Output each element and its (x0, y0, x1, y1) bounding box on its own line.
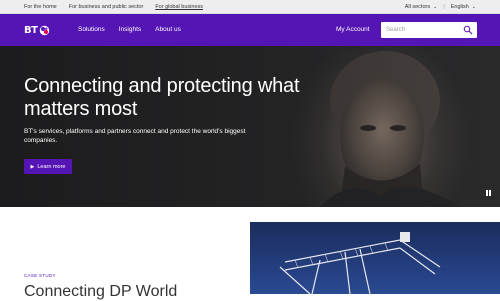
language-dropdown[interactable]: English ⌄ (451, 4, 476, 10)
link-for-business[interactable]: For business and public sector (69, 4, 144, 10)
pause-icon[interactable] (486, 190, 491, 196)
primary-menu: Solutions Insights About us (78, 26, 181, 33)
link-for-global-business[interactable]: For global business (155, 4, 203, 10)
utility-right: All sectors ⌄ | English ⌄ (405, 4, 476, 10)
case-study-tag: CASE STUDY (24, 273, 56, 278)
hero-banner: Connecting and protecting what matters m… (0, 46, 500, 207)
search-input[interactable]: Search (381, 22, 477, 38)
port-crane-illustration (279, 232, 441, 294)
play-icon: ▶ (30, 163, 35, 170)
search-placeholder: Search (386, 26, 406, 33)
sectors-dropdown[interactable]: All sectors ⌄ (405, 4, 438, 10)
chevron-down-icon: ⌄ (433, 4, 438, 10)
divider: | (443, 4, 445, 10)
case-study-title[interactable]: Connecting DP World (24, 283, 177, 301)
logo-globe-icon (40, 25, 50, 35)
sectors-label: All sectors (404, 4, 431, 10)
bt-logo[interactable]: BT (24, 22, 58, 38)
menu-insights[interactable]: Insights (119, 26, 141, 33)
learn-more-button[interactable]: ▶ Learn more (24, 159, 72, 174)
menu-solutions[interactable]: Solutions (78, 26, 105, 33)
crane-image (250, 222, 500, 294)
language-label: English (450, 4, 469, 10)
case-study-section: CASE STUDY Connecting DP World (0, 207, 500, 300)
learn-more-label: Learn more (37, 163, 66, 170)
my-account-link[interactable]: My Account (336, 26, 370, 33)
link-for-home[interactable]: For the home (24, 4, 57, 10)
audience-links: For the home For business and public sec… (24, 4, 203, 10)
chevron-down-icon: ⌄ (471, 4, 476, 10)
hero-headline: Connecting and protecting what matters m… (24, 75, 300, 120)
logo-text: BT (24, 24, 38, 36)
utility-bar: For the home For business and public sec… (0, 0, 500, 14)
hero-subtext: BT's services, platforms and partners co… (24, 128, 246, 144)
menu-about-us[interactable]: About us (155, 26, 181, 33)
search-icon[interactable] (463, 25, 473, 35)
